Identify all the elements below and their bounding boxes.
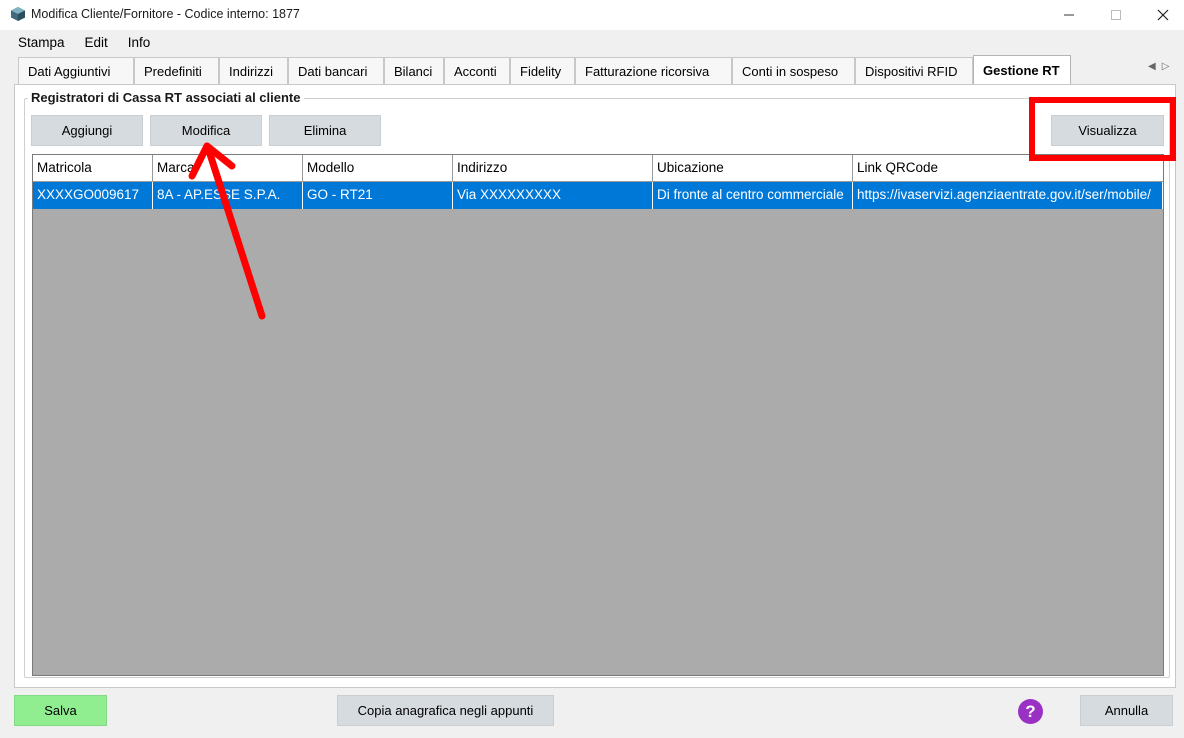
annotation-highlight-box [1029, 97, 1176, 161]
tab-conti-in-sospeso[interactable]: Conti in sospeso [732, 57, 855, 84]
menu-info[interactable]: Info [118, 30, 161, 56]
elimina-button[interactable]: Elimina [269, 115, 381, 146]
cell-link-qrcode[interactable]: https://ivaservizi.agenziaentrate.gov.it… [853, 182, 1163, 209]
salva-button[interactable]: Salva [14, 695, 107, 726]
annulla-button[interactable]: Annulla [1080, 695, 1173, 726]
column-header-matricola[interactable]: Matricola [33, 155, 153, 182]
window-title: Modifica Cliente/Fornitore - Codice inte… [31, 7, 300, 21]
cell-indirizzo[interactable]: Via XXXXXXXXX [453, 182, 653, 209]
tab-dispositivi-rfid[interactable]: Dispositivi RFID [855, 57, 973, 84]
help-icon[interactable]: ? [1018, 699, 1043, 724]
column-header-indirizzo[interactable]: Indirizzo [453, 155, 653, 182]
copia-anagrafica-button[interactable]: Copia anagrafica negli appunti [337, 695, 554, 726]
tab-indirizzi[interactable]: Indirizzi [219, 57, 288, 84]
tab-gestione-rt[interactable]: Gestione RT [973, 55, 1071, 85]
app-icon [11, 7, 25, 21]
menu-bar: Stampa Edit Info [0, 30, 1184, 56]
menu-edit[interactable]: Edit [75, 30, 118, 56]
tab-acconti[interactable]: Acconti [444, 57, 510, 84]
table-row[interactable]: XXXXGO009617 8A - AP.ESSE S.P.A. GO - RT… [33, 182, 1163, 209]
cell-marca[interactable]: 8A - AP.ESSE S.P.A. [153, 182, 303, 209]
column-header-ubicazione[interactable]: Ubicazione [653, 155, 853, 182]
maximize-icon [1111, 10, 1121, 20]
group-title: Registratori di Cassa RT associati al cl… [28, 90, 304, 105]
tab-fatturazione-ricorsiva[interactable]: Fatturazione ricorsiva [575, 57, 732, 84]
tab-strip: Dati Aggiuntivi Predefiniti Indirizzi Da… [18, 55, 1168, 85]
cell-matricola[interactable]: XXXXGO009617 [33, 182, 153, 209]
grid-header: Matricola Marca Modello Indirizzo Ubicaz… [33, 155, 1163, 182]
minimize-button[interactable] [1046, 0, 1092, 30]
tab-predefiniti[interactable]: Predefiniti [134, 57, 219, 84]
cell-ubicazione[interactable]: Di fronte al centro commerciale [653, 182, 853, 209]
tab-scroll-right-icon[interactable]: ▷ [1162, 61, 1176, 72]
tab-dati-bancari[interactable]: Dati bancari [288, 57, 384, 84]
tab-bilanci[interactable]: Bilanci [384, 57, 444, 84]
aggiungi-button[interactable]: Aggiungi [31, 115, 143, 146]
close-icon [1157, 9, 1169, 21]
cell-modello[interactable]: GO - RT21 [303, 182, 453, 209]
maximize-button[interactable] [1093, 0, 1139, 30]
tab-fidelity[interactable]: Fidelity [510, 57, 575, 84]
tab-scroll-left-icon[interactable]: ◀ [1148, 61, 1162, 72]
rt-grid[interactable]: Matricola Marca Modello Indirizzo Ubicaz… [32, 154, 1164, 676]
column-header-marca[interactable]: Marca [153, 155, 303, 182]
menu-stampa[interactable]: Stampa [8, 30, 75, 56]
modifica-button[interactable]: Modifica [150, 115, 262, 146]
column-header-modello[interactable]: Modello [303, 155, 453, 182]
close-button[interactable] [1140, 0, 1184, 30]
title-bar: Modifica Cliente/Fornitore - Codice inte… [0, 0, 1184, 30]
tab-scroll-arrows[interactable]: ◀▷ [1148, 61, 1175, 72]
tab-dati-aggiuntivi[interactable]: Dati Aggiuntivi [18, 57, 134, 84]
minimize-icon [1064, 14, 1074, 16]
